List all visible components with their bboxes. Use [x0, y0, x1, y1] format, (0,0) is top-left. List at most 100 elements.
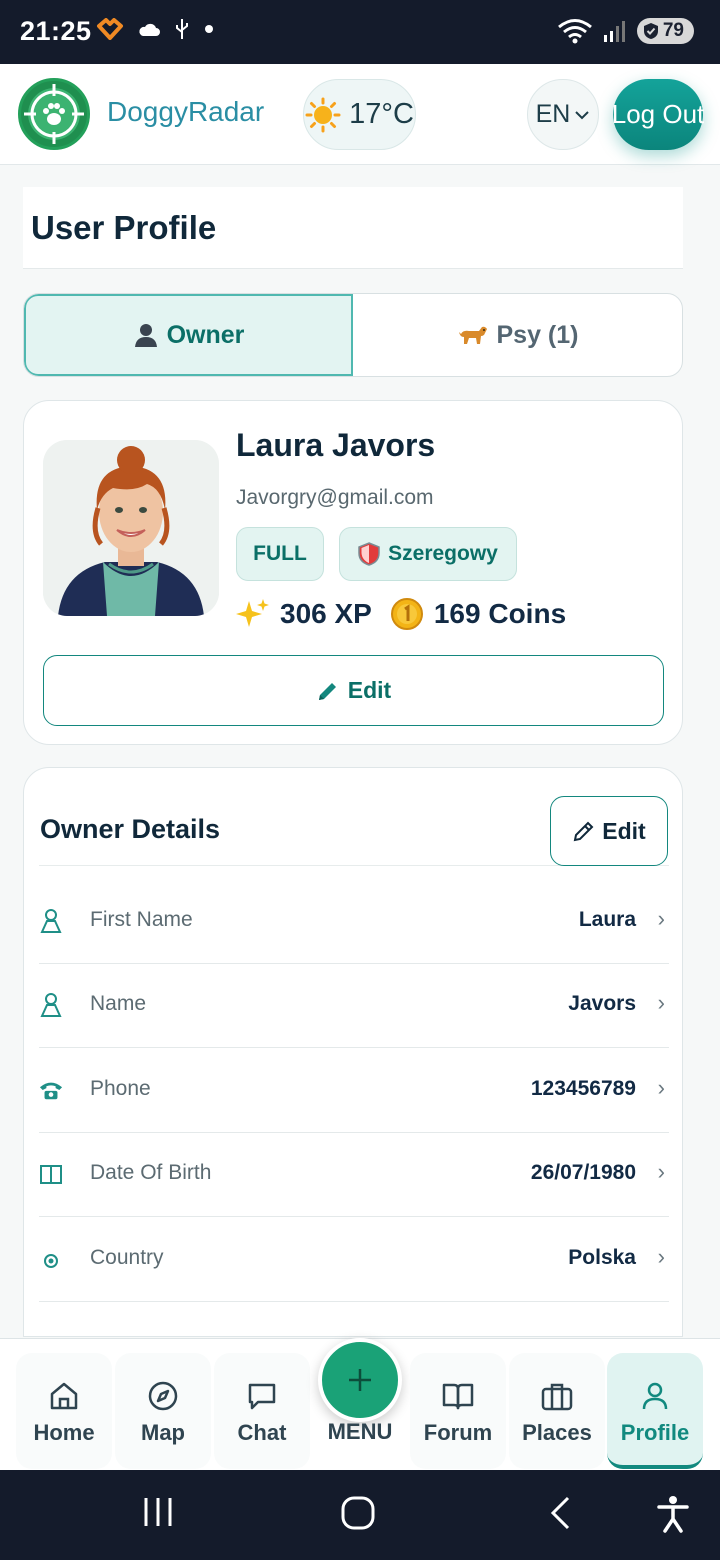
profile-stats: 306 XP 169 Coins: [236, 597, 566, 631]
detail-value: 123456789: [530, 1077, 636, 1100]
dot-icon: [205, 25, 213, 33]
detail-value: 26/07/1980: [530, 1161, 636, 1184]
tab-owner-label: Owner: [166, 320, 245, 349]
plan-badge: FULL: [236, 527, 324, 581]
profile-email: Javorgry@gmail.com: [236, 486, 434, 509]
detail-label: First Name: [90, 908, 193, 931]
wifi-icon: [557, 19, 592, 44]
chevron-down-icon: [575, 110, 590, 119]
profile-name: Laura Javors: [236, 427, 436, 463]
compass-icon: [148, 1381, 178, 1411]
menu-label[interactable]: MENU: [316, 1419, 404, 1445]
weather-temperature: 17°C: [349, 98, 414, 130]
coin-icon: [390, 598, 423, 630]
profile-card: Laura Javors Javorgry@gmail.com FULL Sze…: [23, 400, 683, 745]
app-header: DoggyRadar 17°C EN Log Out: [0, 64, 720, 165]
calendar-icon: [40, 1165, 62, 1184]
system-navigation-bar: [0, 1470, 720, 1560]
pencil-icon: [318, 682, 336, 700]
avatar[interactable]: [43, 440, 219, 616]
xp-value: 306 XP: [280, 598, 372, 629]
language-selector[interactable]: EN: [527, 79, 599, 150]
status-time: 21:25: [20, 16, 92, 46]
tab-dogs-label: Psy (1): [496, 320, 579, 349]
user-photo-illustration: [43, 440, 219, 616]
owner-details-title: Owner Details: [40, 814, 221, 844]
nav-forum[interactable]: Forum: [410, 1353, 506, 1469]
nav-forum-label: Forum: [423, 1420, 493, 1445]
detail-value: Javors: [568, 992, 636, 1015]
book-icon: [442, 1383, 474, 1410]
shield-check-icon: [643, 23, 658, 39]
accessibility-icon[interactable]: [656, 1495, 690, 1533]
detail-row-date-of-birth[interactable]: Date Of Birth 26/07/1980 ›: [39, 1133, 669, 1217]
nav-profile-label: Profile: [620, 1420, 690, 1445]
person-silhouette-icon: [134, 324, 157, 347]
detail-value: Polska: [568, 1246, 636, 1269]
nav-home-label: Home: [33, 1420, 95, 1445]
person-icon: [40, 909, 62, 933]
home-icon: [50, 1382, 78, 1410]
detail-row-name[interactable]: Name Javors ›: [39, 964, 669, 1048]
plan-badge-label: FULL: [253, 542, 307, 565]
detail-label: Country: [90, 1246, 164, 1269]
dog-icon: [458, 326, 487, 344]
detail-value: Laura: [578, 908, 636, 931]
nav-map-label: Map: [141, 1420, 185, 1445]
signal-icon: [603, 21, 625, 42]
recent-apps-icon[interactable]: [142, 1495, 174, 1529]
detail-row-country[interactable]: Country Polska ›: [39, 1218, 669, 1302]
detail-label: Date Of Birth: [90, 1161, 212, 1184]
sparkles-icon: [236, 599, 269, 627]
shield-icon: [358, 542, 380, 566]
edit-profile-label: Edit: [347, 677, 392, 703]
brand-name: DoggyRadar: [107, 96, 265, 127]
nav-places[interactable]: Places: [509, 1353, 605, 1469]
location-icon: [44, 1254, 58, 1268]
page-title: User Profile: [31, 209, 217, 246]
status-bar: 21:25 79: [0, 0, 720, 64]
rank-badge-label: Szeregowy: [388, 542, 498, 565]
nav-map[interactable]: Map: [115, 1353, 211, 1469]
chevron-right-icon: ›: [657, 906, 665, 931]
page-title-card: User Profile: [23, 187, 683, 269]
phone-icon: [39, 1082, 63, 1100]
briefcase-icon: [541, 1383, 573, 1411]
chevron-right-icon: ›: [657, 990, 665, 1015]
detail-row-phone[interactable]: Phone 123456789 ›: [39, 1049, 669, 1133]
edit-details-label: Edit: [602, 817, 646, 844]
pencil-icon: [573, 821, 594, 842]
home-button-icon[interactable]: [340, 1495, 376, 1531]
owner-details-card: Owner Details Edit First Name Laura › Na…: [23, 767, 683, 1337]
tab-owner[interactable]: Owner: [24, 294, 353, 376]
detail-label: Phone: [90, 1077, 151, 1100]
nav-places-label: Places: [522, 1420, 592, 1445]
nav-chat[interactable]: Chat: [214, 1353, 310, 1469]
weather-widget[interactable]: 17°C: [303, 79, 416, 150]
detail-label: Name: [90, 992, 147, 1015]
person-icon: [40, 993, 62, 1017]
sun-icon: [305, 97, 341, 132]
back-icon[interactable]: [548, 1495, 574, 1531]
language-value: EN: [535, 100, 571, 128]
tab-dogs[interactable]: Psy (1): [353, 294, 682, 376]
rank-badge: Szeregowy: [339, 527, 517, 581]
logout-button[interactable]: Log Out: [612, 79, 704, 150]
plus-icon: [349, 1369, 371, 1391]
owner-details-header: Owner Details Edit: [39, 796, 669, 866]
nav-profile[interactable]: Profile: [607, 1353, 703, 1469]
detail-row-first-name[interactable]: First Name Laura ›: [39, 880, 669, 964]
chevron-right-icon: ›: [657, 1244, 665, 1269]
chevron-right-icon: ›: [657, 1159, 665, 1184]
nav-chat-label: Chat: [237, 1420, 287, 1445]
battery-level: 79: [662, 20, 684, 41]
coins-value: 169 Coins: [433, 598, 567, 629]
paw-logo-icon: [24, 84, 84, 144]
bottom-navigation: Home Map Chat MENU Forum Places Profile: [0, 1338, 720, 1470]
menu-button[interactable]: [318, 1338, 402, 1422]
edit-profile-button[interactable]: Edit: [43, 655, 664, 726]
edit-details-button[interactable]: Edit: [550, 796, 668, 866]
user-icon: [642, 1382, 668, 1410]
nav-home[interactable]: Home: [16, 1353, 112, 1469]
app-logo[interactable]: [18, 78, 90, 150]
